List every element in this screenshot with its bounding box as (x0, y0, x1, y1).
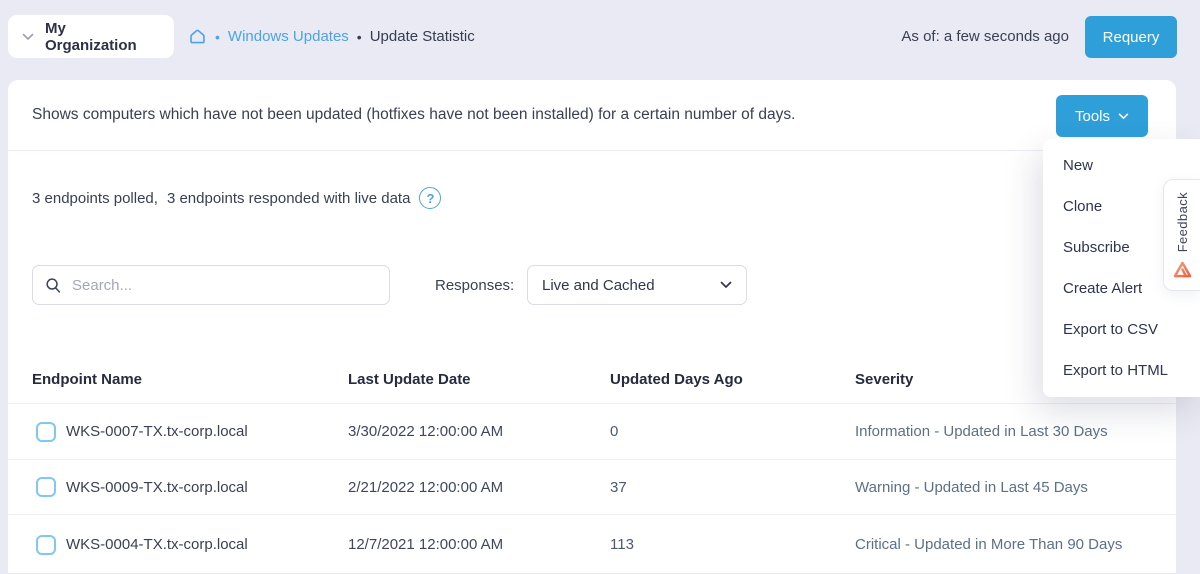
poll-status: 3 endpoints polled, 3 endpoints responde… (32, 178, 442, 218)
section-divider (8, 150, 1176, 151)
row-checkbox[interactable] (36, 477, 56, 497)
updated-days-ago-cell: 37 (610, 478, 627, 496)
table-row[interactable]: WKS-0004-TX.tx-corp.local 12/7/2021 12:0… (8, 514, 1176, 574)
search-box (32, 265, 390, 305)
report-panel: Shows computers which have not been upda… (8, 80, 1176, 573)
search-icon (45, 277, 62, 294)
menu-item-export-to-html[interactable]: Export to HTML (1043, 350, 1200, 391)
last-update-date-cell: 3/30/2022 12:00:00 AM (348, 423, 504, 440)
endpoint-name-cell: WKS-0007-TX.tx-corp.local (66, 423, 248, 440)
table-body: WKS-0007-TX.tx-corp.local 3/30/2022 12:0… (8, 404, 1176, 573)
menu-item-export-to-csv[interactable]: Export to CSV (1043, 309, 1200, 350)
severity-cell: Warning - Updated in Last 45 Days (855, 478, 1088, 496)
table-row[interactable]: WKS-0007-TX.tx-corp.local 3/30/2022 12:0… (8, 404, 1176, 459)
requery-button[interactable]: Requery (1085, 16, 1177, 58)
organization-label: My Organization (45, 19, 137, 54)
chevron-down-icon (720, 281, 732, 289)
report-description: Shows computers which have not been upda… (32, 106, 796, 123)
column-header-severity: Severity (855, 371, 914, 388)
column-header-endpoint-name: Endpoint Name (32, 371, 143, 388)
breadcrumb: • Windows Updates • Update Statistic (188, 0, 475, 73)
action1-logo-icon (1173, 261, 1192, 278)
feedback-tab[interactable]: Feedback (1163, 179, 1200, 291)
tools-button[interactable]: Tools (1056, 95, 1148, 137)
updated-days-ago-cell: 0 (610, 423, 619, 440)
help-icon[interactable]: ? (419, 187, 442, 209)
breadcrumb-separator: • (356, 28, 362, 45)
responses-selected-value: Live and Cached (542, 276, 655, 294)
row-checkbox[interactable] (36, 421, 56, 442)
severity-cell: Critical - Updated in More Than 90 Days (855, 536, 1123, 553)
home-icon[interactable] (188, 27, 207, 46)
row-checkbox[interactable] (36, 534, 56, 555)
breadcrumb-separator: • (215, 28, 220, 45)
endpoint-name-cell: WKS-0004-TX.tx-corp.local (66, 536, 248, 553)
last-update-date-cell: 2/21/2022 12:00:00 AM (348, 478, 504, 496)
column-header-last-update-date: Last Update Date (348, 371, 471, 388)
as-of-timestamp: As of: a few seconds ago (901, 28, 1069, 45)
responses-label: Responses: (435, 276, 515, 294)
table-header-row: Endpoint Name Last Update Date Updated D… (8, 355, 1176, 404)
top-bar: My Organization • Windows Updates • Upda… (0, 0, 1200, 73)
row-checkbox-cell (36, 404, 56, 459)
responded-count-text: 3 endpoints responded with live data (166, 189, 411, 207)
chevron-down-icon (1118, 113, 1129, 120)
breadcrumb-current-page: Update Statistic (369, 28, 475, 45)
tools-button-label: Tools (1074, 107, 1111, 125)
row-checkbox-cell (36, 460, 56, 514)
column-header-updated-days-ago: Updated Days Ago (610, 371, 743, 388)
feedback-label: Feedback (1174, 192, 1190, 253)
severity-cell: Information - Updated in Last 30 Days (855, 423, 1108, 440)
polled-count-text: 3 endpoints polled, (32, 189, 158, 207)
endpoint-name-cell: WKS-0009-TX.tx-corp.local (66, 478, 248, 496)
chevron-down-icon (22, 33, 34, 41)
row-checkbox-cell (36, 515, 56, 574)
updated-days-ago-cell: 113 (610, 536, 634, 553)
organization-selector[interactable]: My Organization (8, 15, 174, 58)
breadcrumb-link-windows-updates[interactable]: Windows Updates (228, 28, 349, 45)
search-input[interactable] (72, 276, 377, 294)
responses-select[interactable]: Live and Cached (527, 265, 747, 305)
table-row[interactable]: WKS-0009-TX.tx-corp.local 2/21/2022 12:0… (8, 459, 1176, 514)
last-update-date-cell: 12/7/2021 12:00:00 AM (348, 536, 504, 553)
